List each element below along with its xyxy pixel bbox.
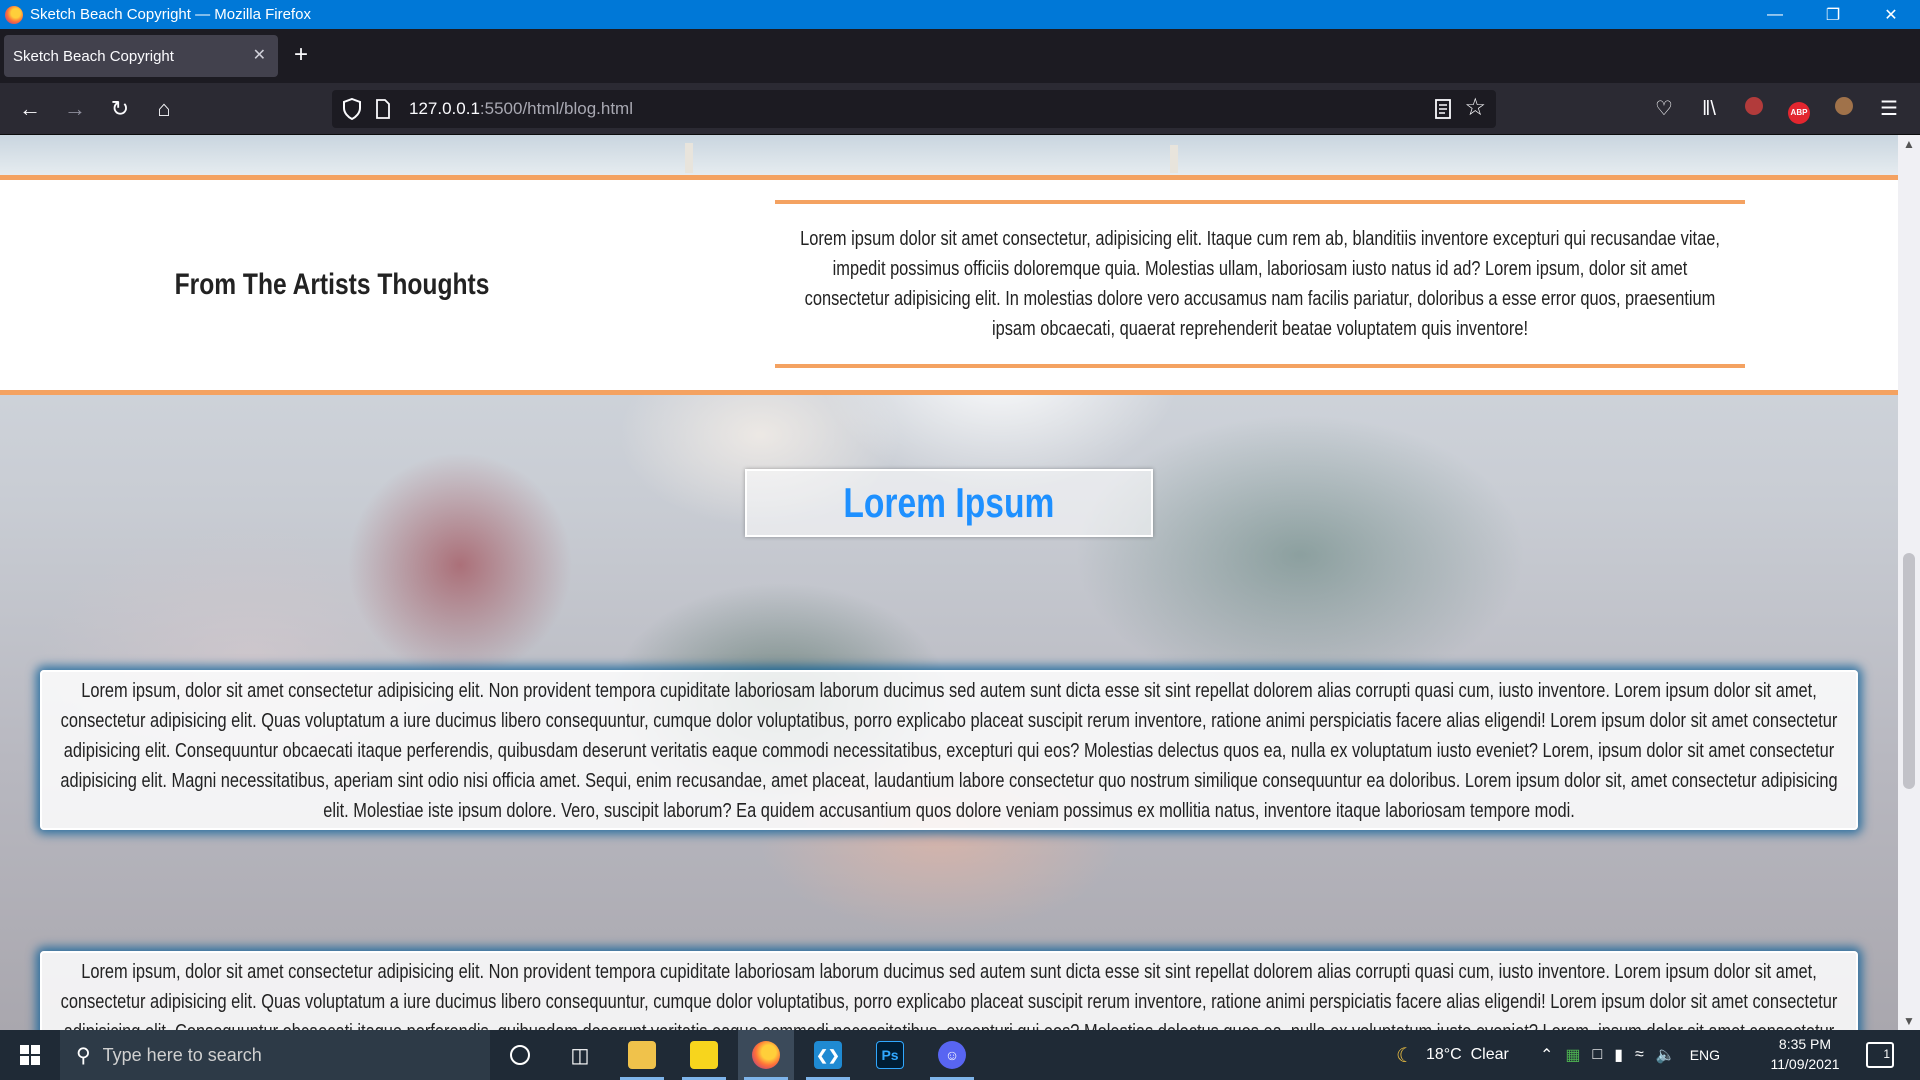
artist-thoughts-heading: From The Artists Thoughts xyxy=(174,268,490,301)
discord-app[interactable]: ☺ xyxy=(924,1030,980,1080)
page-viewport: From The Artists Thoughts Lorem ipsum do… xyxy=(0,135,1898,1030)
page-scrollbar[interactable]: ▲ ▼ xyxy=(1898,135,1920,1030)
bookmark-star-icon[interactable]: ☆ xyxy=(1464,95,1486,121)
url-host: 127.0.0.1 xyxy=(409,99,480,118)
window-controls: — ❐ ✕ xyxy=(1746,0,1920,29)
taskbar-clock[interactable]: 8:35 PM 11/09/2021 xyxy=(1760,1034,1850,1074)
artist-thoughts-section: From The Artists Thoughts Lorem ipsum do… xyxy=(0,175,1898,395)
back-button[interactable]: ← xyxy=(16,95,44,123)
artist-thoughts-text-box: Lorem ipsum dolor sit amet consectetur, … xyxy=(775,200,1745,368)
navigation-toolbar: ← → ↻ ⌂ 127.0.0.1:5500/html/blog.html ☆ … xyxy=(0,83,1920,135)
notification-center-button[interactable]: 1 xyxy=(1866,1042,1894,1068)
cortana-button[interactable] xyxy=(492,1030,548,1080)
tray-app-icon[interactable]: ▦ xyxy=(1565,1045,1580,1065)
adblock-plus-icon[interactable]: ABP xyxy=(1787,97,1811,124)
menu-icon[interactable]: ☰ xyxy=(1877,97,1901,121)
scroll-up-arrow-icon[interactable]: ▲ xyxy=(1898,137,1920,151)
beach-post xyxy=(1170,145,1178,173)
url-text[interactable]: 127.0.0.1:5500/html/blog.html xyxy=(409,99,633,119)
discord-icon: ☺ xyxy=(938,1041,966,1069)
notification-count: 1 xyxy=(1883,1047,1890,1061)
cookie-extension-icon[interactable] xyxy=(1832,97,1856,121)
tab-label: Sketch Beach Copyright xyxy=(13,47,174,65)
scrollbar-thumb[interactable] xyxy=(1903,553,1915,789)
taskbar-search-box[interactable]: ⚲ Type here to search xyxy=(60,1030,490,1080)
extension-icon[interactable] xyxy=(1742,97,1766,121)
restore-button[interactable]: ❐ xyxy=(1804,0,1862,29)
firefox-icon xyxy=(752,1041,780,1069)
weather-text: 18°C Clear xyxy=(1425,1046,1509,1063)
reader-view-icon[interactable] xyxy=(1434,99,1452,119)
tab-sketch-beach-copyright[interactable]: Sketch Beach Copyright ✕ xyxy=(4,35,278,77)
url-bar[interactable]: 127.0.0.1:5500/html/blog.html ☆ xyxy=(332,90,1496,128)
search-placeholder: Type here to search xyxy=(102,1044,262,1065)
page-info-icon[interactable] xyxy=(375,99,391,119)
window-titlebar: Sketch Beach Copyright — Mozilla Firefox… xyxy=(0,0,1920,29)
section-title: Lorem Ipsum xyxy=(843,479,1055,526)
paragraph-card: Lorem ipsum, dolor sit amet consectetur … xyxy=(40,670,1858,830)
paragraph-card: Lorem ipsum, dolor sit amet consectetur … xyxy=(40,951,1858,1030)
file-explorer-app[interactable] xyxy=(614,1030,670,1080)
section-title-box: Lorem Ipsum xyxy=(745,469,1153,537)
forward-button[interactable]: → xyxy=(61,95,89,123)
reload-button[interactable]: ↻ xyxy=(106,95,134,123)
library-icon[interactable]: ‖\ xyxy=(1697,97,1721,121)
device-icon[interactable]: □ xyxy=(1593,1046,1603,1064)
search-icon: ⚲ xyxy=(76,1044,91,1067)
beach-header-image xyxy=(0,135,1898,175)
scroll-down-arrow-icon[interactable]: ▼ xyxy=(1898,1014,1920,1028)
home-button[interactable]: ⌂ xyxy=(150,95,178,123)
minimize-button[interactable]: — xyxy=(1746,0,1804,29)
sticky-note-icon xyxy=(690,1041,718,1069)
vscode-icon: ❮❯ xyxy=(814,1041,842,1069)
photoshop-app[interactable]: Ps xyxy=(862,1030,918,1080)
moon-icon: ☾ xyxy=(1396,1044,1414,1067)
task-view-button[interactable]: ◫ xyxy=(552,1030,608,1080)
windows-logo-icon xyxy=(20,1045,40,1065)
wifi-icon[interactable]: ≈ xyxy=(1635,1046,1644,1064)
paragraph-text: Lorem ipsum, dolor sit amet consectetur … xyxy=(60,680,1838,822)
clock-date: 11/09/2021 xyxy=(1770,1056,1840,1072)
show-hidden-icons-chevron-icon[interactable]: ⌃ xyxy=(1540,1045,1553,1065)
firefox-logo-icon xyxy=(5,5,23,24)
tracking-protection-shield-icon[interactable] xyxy=(342,98,362,120)
tab-strip: Sketch Beach Copyright ✕ + xyxy=(0,29,1920,83)
weather-widget[interactable]: ☾ 18°C Clear xyxy=(1396,1030,1509,1080)
photoshop-icon: Ps xyxy=(876,1041,904,1069)
close-window-button[interactable]: ✕ xyxy=(1862,0,1920,29)
firefox-app[interactable] xyxy=(738,1030,794,1080)
start-button[interactable] xyxy=(0,1030,60,1080)
tab-close-icon[interactable]: ✕ xyxy=(253,45,266,65)
volume-muted-icon[interactable]: 🔈 xyxy=(1656,1045,1676,1065)
clock-time: 8:35 PM xyxy=(1778,1036,1832,1052)
artist-thoughts-text: Lorem ipsum dolor sit amet consectetur, … xyxy=(800,228,1720,340)
beach-post xyxy=(685,143,693,173)
tray-icons: ⌃ ▦ □ ▮ ≈ 🔈 ENG xyxy=(1540,1030,1720,1080)
language-indicator[interactable]: ENG xyxy=(1690,1047,1720,1063)
battery-icon[interactable]: ▮ xyxy=(1614,1045,1623,1065)
window-title: Sketch Beach Copyright — Mozilla Firefox xyxy=(30,6,311,23)
url-path: :5500/html/blog.html xyxy=(479,99,633,118)
folder-icon xyxy=(628,1041,656,1069)
pocket-icon[interactable]: ♡ xyxy=(1652,97,1676,121)
paragraph-text: Lorem ipsum, dolor sit amet consectetur … xyxy=(60,961,1838,1030)
vscode-app[interactable]: ❮❯ xyxy=(800,1030,856,1080)
new-tab-button[interactable]: + xyxy=(294,43,308,67)
windows-taskbar: ⚲ Type here to search ◫ ❮❯ Ps ☺ ☾ 18°C C… xyxy=(0,1030,1920,1080)
sticky-notes-app[interactable] xyxy=(676,1030,732,1080)
